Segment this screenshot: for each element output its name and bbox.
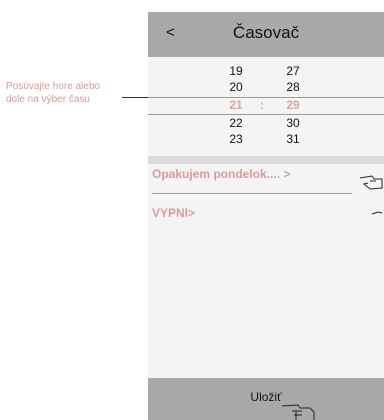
annotation-leader-line: [122, 97, 148, 98]
hand-pointer-icon: [281, 404, 315, 420]
time-picker[interactable]: 19 27 20 28 21 : 29 22 30 23 31: [148, 62, 384, 157]
picker-row[interactable]: 22 30: [148, 116, 384, 130]
picker-hour: 20: [229, 80, 243, 94]
phone-screen: < Časovač 19 27 20 28 21 : 29 22 30 23 3…: [148, 12, 384, 420]
picker-hour: 22: [229, 116, 243, 130]
picker-row[interactable]: 20 28: [148, 80, 384, 94]
picker-hour: 23: [229, 132, 243, 146]
selection-bottom-line: [148, 114, 384, 115]
picker-hour: 19: [229, 64, 243, 78]
save-button[interactable]: Uložiť: [148, 390, 384, 404]
picker-hour: 21: [229, 98, 243, 112]
picker-minute: 28: [286, 80, 300, 94]
picker-row[interactable]: 23 31: [148, 132, 384, 146]
hand-pointer-icon: [371, 211, 383, 215]
picker-row-selected[interactable]: 21 : 29: [148, 98, 384, 112]
picker-minute: 30: [286, 116, 300, 130]
footer-bar: Uložiť: [148, 378, 384, 420]
section-divider-bar: [148, 156, 384, 164]
repeat-days-link[interactable]: Opakujem pondelok.... >: [152, 167, 290, 181]
annotation-line-2: dole na výber času: [6, 94, 90, 105]
turn-off-link[interactable]: VYPNI>: [152, 206, 195, 220]
app-header: < Časovač: [148, 12, 384, 57]
picker-separator: :: [260, 98, 264, 112]
picker-row[interactable]: 19 27: [148, 64, 384, 78]
picker-minute: 27: [286, 64, 300, 78]
annotation-line-1: Posúvajte hore alebo: [6, 81, 100, 92]
divider: [152, 193, 352, 194]
instruction-annotation: Posúvajte hore alebo dole na výber času: [6, 80, 166, 106]
page-title: Časovač: [232, 23, 300, 42]
picker-minute: 29: [286, 98, 300, 112]
picker-minute: 31: [286, 132, 300, 146]
hand-pointer-icon: [359, 175, 383, 190]
